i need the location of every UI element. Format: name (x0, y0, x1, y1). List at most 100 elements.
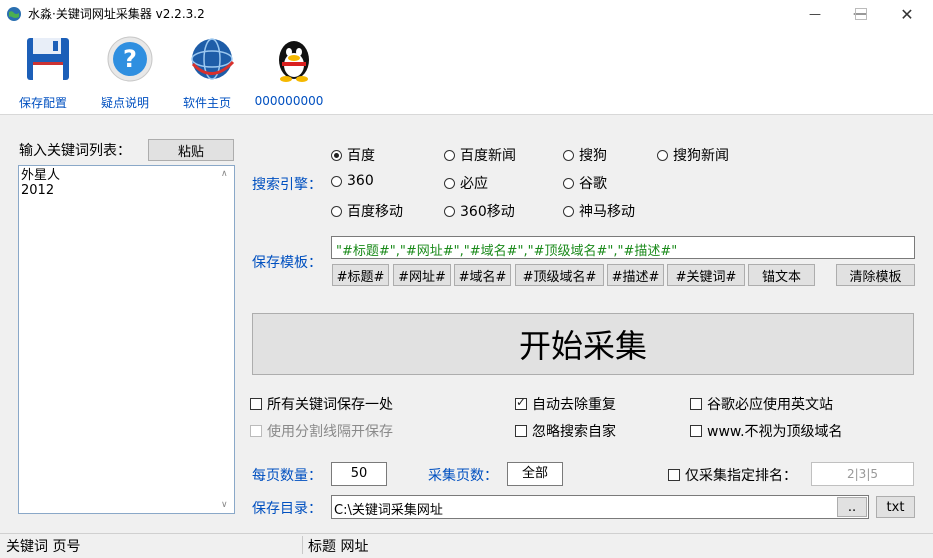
checkbox-label: 仅采集指定排名： (685, 468, 797, 484)
checkbox-icon (690, 425, 702, 437)
clear-template-button[interactable]: 清除模板 (836, 264, 915, 286)
per-page-input[interactable]: 50 (331, 462, 387, 486)
engine-option-label: 搜狗新闻 (673, 148, 729, 164)
tag-top-domain-button[interactable]: #顶级域名# (515, 264, 604, 286)
engine-option-baidu-news[interactable]: 百度新闻 (444, 145, 516, 165)
radio-icon (331, 205, 342, 217)
close-icon: ✕ (900, 4, 914, 24)
checkbox-label: 忽略搜索自家 (532, 424, 616, 440)
status-right: 标题 网址 (308, 539, 369, 555)
paste-button[interactable]: 粘贴 (148, 139, 234, 161)
svg-text:?: ? (123, 45, 137, 73)
rank-only-checkbox[interactable]: 仅采集指定排名： (668, 465, 797, 485)
pages-select[interactable]: 全部 (507, 462, 563, 486)
search-engine-label: 搜索引擎： (252, 177, 322, 193)
app-globe-icon (7, 7, 21, 21)
radio-icon (563, 205, 574, 217)
engine-option-label: 360移动 (460, 204, 515, 220)
radio-icon (331, 175, 342, 187)
globe-icon (191, 38, 235, 80)
keywords-label: 输入关键词列表： (19, 143, 131, 159)
homepage-label: 软件主页 (182, 96, 231, 110)
minimize-icon: — (809, 7, 821, 21)
qq-label: 000000000 (254, 94, 324, 108)
ignore-self-checkbox[interactable]: 忽略搜索自家 (515, 421, 616, 441)
start-collect-button[interactable]: 开始采集 (252, 313, 914, 375)
engine-option-label: 百度移动 (347, 204, 403, 220)
radio-icon (444, 205, 455, 217)
keywords-textarea[interactable]: 外星人 2012 ∧ ∨ (18, 165, 235, 514)
auto-dedupe-checkbox[interactable]: 自动去除重复 (515, 394, 616, 414)
tag-domain-button[interactable]: #域名# (454, 264, 511, 286)
google-bing-en-checkbox[interactable]: 谷歌必应使用英文站 (690, 394, 833, 414)
window-title: 水淼·关键词网址采集器 v2.2.3.2 (28, 7, 205, 21)
minimize-button[interactable]: — (792, 0, 838, 28)
status-left: 关键词 页号 (6, 539, 81, 555)
keyword-line: 外星人 (21, 168, 61, 183)
tag-keyword-button[interactable]: #关键词# (667, 264, 745, 286)
maximize-button[interactable] (838, 0, 884, 28)
engine-option-google[interactable]: 谷歌 (563, 173, 607, 193)
scroll-up-icon[interactable]: ∧ (221, 169, 228, 179)
status-bar: 关键词 页号 标题 网址 (0, 533, 933, 558)
engine-option-label: 搜狗 (579, 148, 607, 164)
checkbox-icon (515, 425, 527, 437)
help-label: 疑点说明 (100, 96, 149, 110)
checkbox-icon (250, 425, 262, 437)
floppy-disk-icon (27, 38, 69, 80)
engine-option-label: 360 (347, 173, 374, 189)
checkbox-label: 自动去除重复 (532, 397, 616, 413)
format-button[interactable]: txt (876, 496, 915, 518)
pages-label: 采集页数： (428, 468, 498, 484)
radio-icon (331, 149, 342, 161)
maximize-icon (855, 8, 867, 20)
tag-anchor-button[interactable]: 锚文本 (748, 264, 815, 286)
engine-option-bing[interactable]: 必应 (444, 173, 488, 193)
radio-icon (563, 177, 574, 189)
radio-icon (563, 149, 574, 161)
vertical-scrollbar[interactable]: ∧ ∨ (218, 166, 234, 513)
checkbox-icon (250, 398, 262, 410)
template-label: 保存模板： (252, 255, 322, 271)
tag-title-button[interactable]: #标题# (332, 264, 389, 286)
status-divider (302, 536, 303, 554)
rank-input[interactable]: 2|3|5 (811, 462, 914, 486)
engine-option-360-mobile[interactable]: 360移动 (444, 201, 515, 221)
engine-option-label: 必应 (460, 176, 488, 192)
save-dir-input[interactable]: C:\关键词采集网址 (331, 495, 869, 519)
browse-button[interactable]: .. (837, 497, 867, 517)
split-line-checkbox: 使用分割线隔开保存 (250, 421, 393, 441)
www-not-top-checkbox[interactable]: www.不视为顶级域名 (690, 421, 843, 441)
tag-url-button[interactable]: #网址# (393, 264, 451, 286)
checkbox-icon (690, 398, 702, 410)
checkbox-icon (515, 395, 527, 410)
engine-option-sogou[interactable]: 搜狗 (563, 145, 607, 165)
engine-option-label: 神马移动 (579, 204, 635, 220)
per-page-label: 每页数量： (252, 468, 322, 484)
radio-icon (444, 177, 455, 189)
checkbox-label: 谷歌必应使用英文站 (707, 397, 833, 413)
help-icon: ? (107, 36, 153, 82)
template-input[interactable]: "#标题#","#网址#","#域名#","#顶级域名#","#描述#" (331, 236, 915, 259)
qq-penguin-icon (279, 41, 309, 82)
engine-option-360[interactable]: 360 (331, 173, 374, 189)
keyword-line: 2012 (21, 183, 55, 198)
tag-description-button[interactable]: #描述# (607, 264, 664, 286)
close-button[interactable]: ✕ (884, 0, 930, 28)
engine-option-label: 百度新闻 (460, 148, 516, 164)
engine-option-shenma-mobile[interactable]: 神马移动 (563, 201, 635, 221)
radio-icon (657, 149, 668, 161)
radio-icon (444, 149, 455, 161)
checkbox-label: www.不视为顶级域名 (707, 424, 843, 440)
engine-option-label: 谷歌 (579, 176, 607, 192)
engine-option-sogou-news[interactable]: 搜狗新闻 (657, 145, 729, 165)
engine-option-baidu[interactable]: 百度 (331, 145, 375, 165)
save-all-one-checkbox[interactable]: 所有关键词保存一处 (250, 394, 393, 414)
save-config-label: 保存配置 (18, 96, 67, 110)
checkbox-label: 使用分割线隔开保存 (267, 424, 393, 440)
checkbox-label: 所有关键词保存一处 (267, 397, 393, 413)
engine-option-baidu-mobile[interactable]: 百度移动 (331, 201, 403, 221)
checkbox-icon (668, 469, 680, 481)
scroll-down-icon[interactable]: ∨ (221, 500, 228, 510)
save-dir-label: 保存目录： (252, 501, 322, 517)
